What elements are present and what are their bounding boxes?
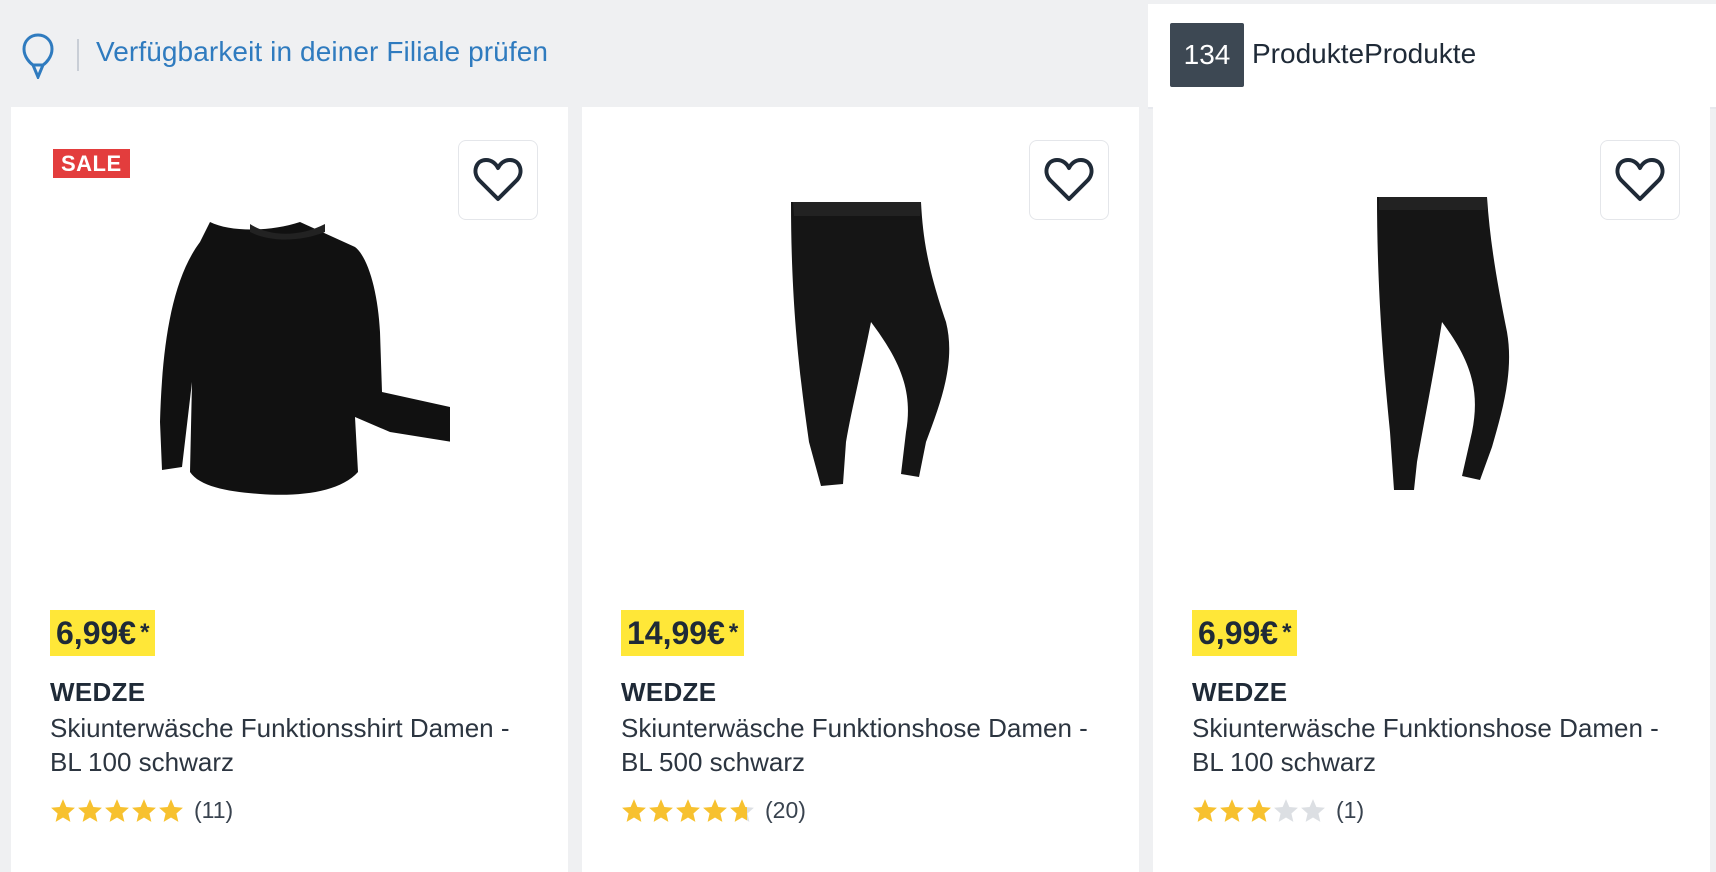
star-icon [1247,798,1271,822]
product-count-box: 134 ProdukteProdukte [1148,4,1716,109]
product-rating: (11) [50,797,233,824]
star-icon [1301,798,1325,822]
star-icon [730,798,754,822]
divider [77,39,79,71]
product-count-label: ProdukteProdukte [1252,38,1477,69]
price-asterisk: * [140,619,150,646]
star-icon [703,798,727,822]
product-title[interactable]: Skiunterwäsche Funktionshose Damen - BL … [621,711,1101,779]
star-icon [649,798,673,822]
top-bar: Verfügbarkeit in deiner Filiale prüfen 1… [0,0,1716,109]
star-icon [622,798,646,822]
location-pin-icon [22,33,54,79]
price-value: 6,99€ [1198,614,1279,651]
brand-name: WEDZE [50,677,146,707]
brand-name: WEDZE [1192,677,1288,707]
heart-icon [473,158,523,201]
black-thermal-shirt-image [159,222,450,495]
star-icon [1274,798,1298,822]
price-tag: 6,99€ * [50,610,156,656]
product-grid: SALE 6,99€ * WEDZE Skiunterwäsche Funkti… [11,107,1716,872]
review-count[interactable]: (20) [765,797,806,824]
sale-badge: SALE [53,149,130,178]
store-availability-bar[interactable]: Verfügbarkeit in deiner Filiale prüfen [0,0,1148,107]
star-icon [132,798,156,822]
star-icon [78,798,102,822]
rating-stars [621,798,755,824]
star-icon [51,798,75,822]
price-value: 14,99€ [627,614,725,651]
price-value: 6,99€ [56,614,137,651]
heart-icon [1044,158,1094,201]
product-rating: (20) [621,797,806,824]
rating-stars [1192,798,1326,824]
product-card[interactable]: 6,99€ * WEDZE Skiunterwäsche Funktionsho… [1153,107,1710,872]
heart-icon [1615,158,1665,201]
black-leggings-image [790,202,949,486]
star-icon [1193,798,1217,822]
product-title[interactable]: Skiunterwäsche Funktionsshirt Damen - BL… [50,711,530,779]
price-tag: 6,99€ * [1192,610,1298,656]
favorite-button[interactable] [458,140,538,220]
star-icon [1220,798,1244,822]
black-leggings-image [1376,197,1509,490]
star-icon [159,798,183,822]
price-asterisk: * [1282,619,1292,646]
price-tag: 14,99€ * [621,610,745,656]
rating-stars [50,798,184,824]
price-asterisk: * [728,619,739,646]
product-rating: (1) [1192,797,1364,824]
review-count[interactable]: (1) [1336,797,1364,824]
product-card[interactable]: 14,99€ * WEDZE Skiunterwäsche Funktionsh… [582,107,1139,872]
star-icon [676,798,700,822]
star-icon [105,798,129,822]
product-card[interactable]: SALE 6,99€ * WEDZE Skiunterwäsche Funkti… [11,107,568,872]
brand-name: WEDZE [621,677,717,707]
product-title[interactable]: Skiunterwäsche Funktionshose Damen - BL … [1192,711,1672,779]
product-count-badge: 134 [1170,23,1244,87]
store-availability-link[interactable]: Verfügbarkeit in deiner Filiale prüfen [96,36,548,68]
favorite-button[interactable] [1029,140,1109,220]
review-count[interactable]: (11) [194,797,233,824]
favorite-button[interactable] [1600,140,1680,220]
